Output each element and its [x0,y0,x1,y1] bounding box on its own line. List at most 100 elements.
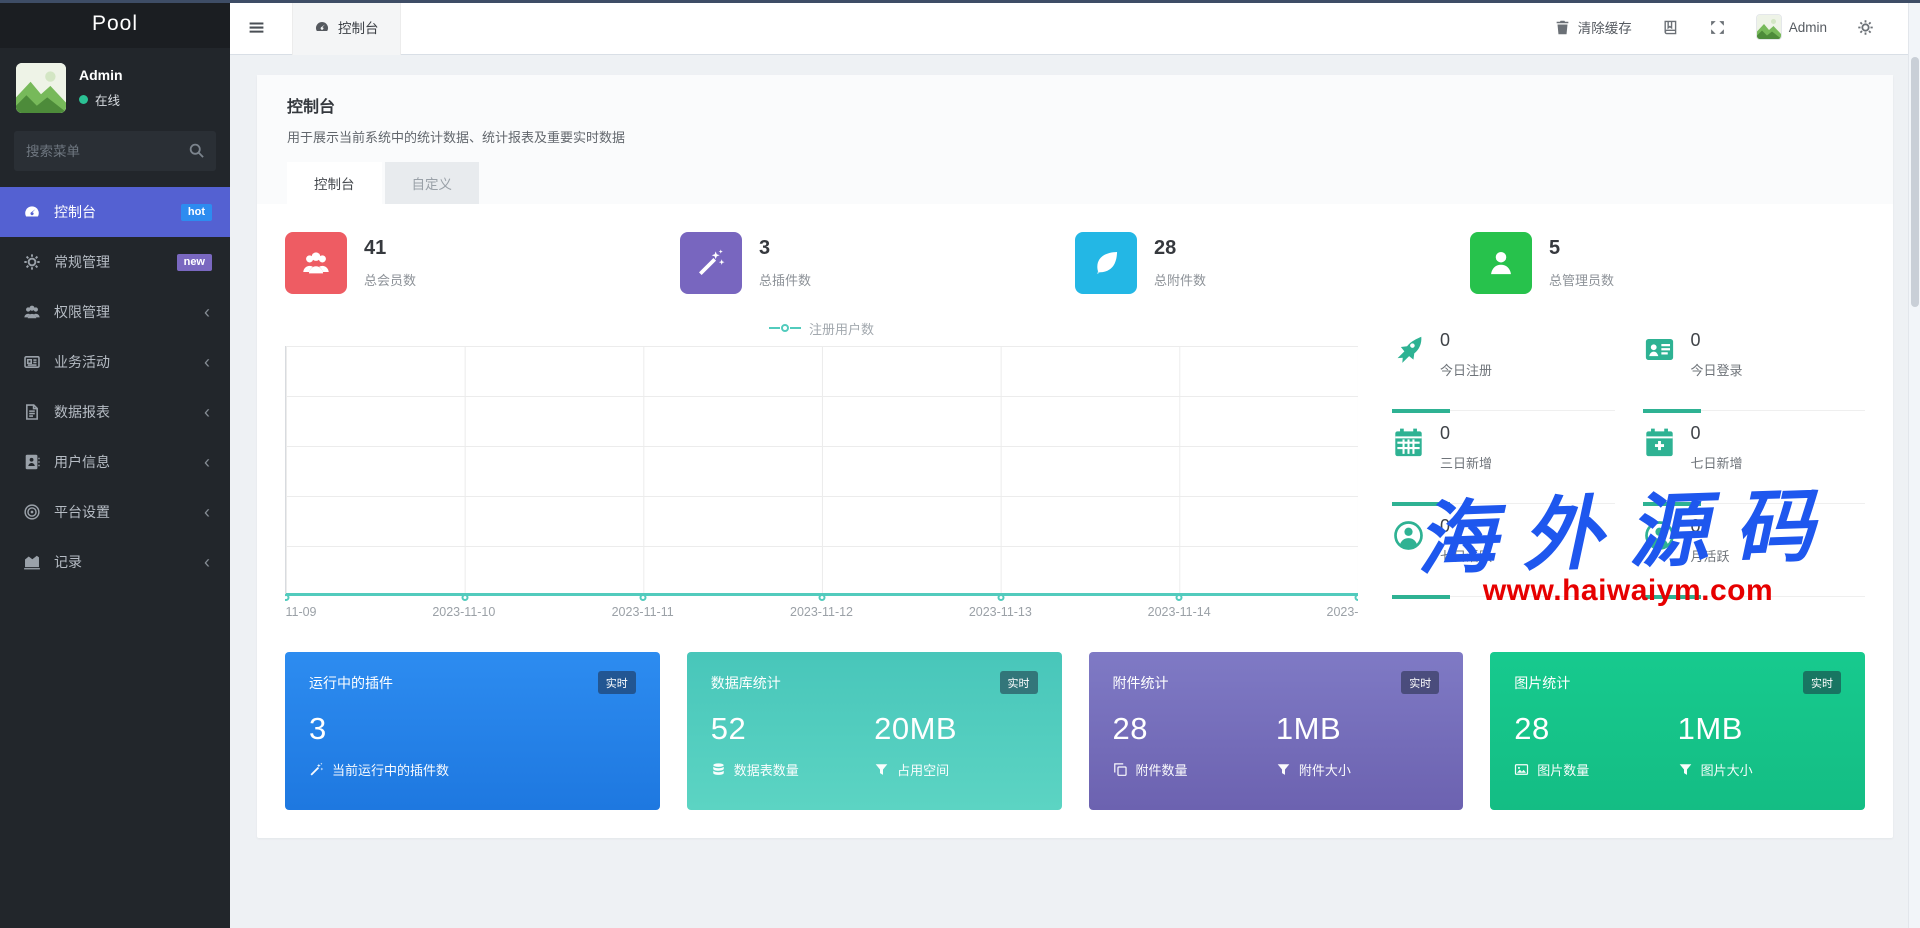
sidebar-item-business[interactable]: 业务活动 ‹ [0,337,230,387]
dashboard-icon [314,19,330,35]
user-menu[interactable]: Admin [1755,14,1827,40]
stat-value: 5 [1549,237,1561,259]
stat-value: 41 [364,237,387,259]
stat-plugins: 3 总插件数 [680,232,1075,294]
id-card-icon [1643,333,1676,366]
app-window: Pool Admin 在线 控制台 hot 常规管理 new [0,0,1920,928]
filter-icon [1678,762,1693,777]
sidebar-item-reports[interactable]: 数据报表 ‹ [0,387,230,437]
card-attachment-stats: 附件统计 实时 28 附件数量 1MB 附件大小 [1088,652,1464,810]
x-tick: 2023-11-15 [1326,605,1358,619]
card-database-stats: 数据库统计 实时 52 数据表数量 20MB 占用空间 [686,652,1062,810]
sidebar-item-records[interactable]: 记录 ‹ [0,537,230,587]
legend-label: 注册用户数 [808,321,874,337]
page-scrollbar[interactable] [1908,3,1920,928]
legend-line-icon [789,326,801,330]
x-tick: 2023-11-13 [968,605,1032,619]
chevron-left-icon: ‹ [204,352,210,372]
mini-stats-grid: 0 今日注册 0 今日登录 0 三日新增 0 七日新增 0 七日活跃 0 月活跃 [1392,318,1865,626]
copy-icon [1113,762,1128,777]
database-icon [711,762,726,777]
user-name: Admin [79,67,123,83]
user-avatar[interactable] [16,63,66,113]
realtime-badge: 实时 [597,671,636,694]
menu-search [14,131,216,171]
page-content: 控制台 用于展示当前系统中的统计数据、统计报表及重要实时数据 控制台 自定义 4… [230,55,1920,928]
card-image-stats: 图片统计 实时 28 图片数量 1MB 图片大小 [1490,652,1865,810]
x-tick: 2023-11-14 [1147,605,1211,619]
chevron-left-icon: ‹ [204,302,210,322]
legend-marker-icon [780,324,789,332]
user-info: Admin 在线 [79,67,123,109]
dashboard-icon [23,203,41,221]
user-panel[interactable]: Admin 在线 [0,48,230,123]
mini-stat-today-login: 0 今日登录 [1642,318,1865,413]
tab-dashboard[interactable]: 控制台 [292,0,401,55]
menu-search-input[interactable] [14,131,216,171]
page-subtitle: 用于展示当前系统中的统计数据、统计报表及重要实时数据 [287,130,626,145]
users-icon [285,232,347,294]
sidebar-item-general[interactable]: 常规管理 new [0,237,230,287]
topbar-right: 清除缓存 Admin [1554,14,1874,40]
tab-custom[interactable]: 自定义 [384,162,479,204]
card-running-plugins: 运行中的插件 实时 3 当前运行中的插件数 [285,652,660,810]
stat-label: 总插件数 [759,273,812,288]
panel-header: 控制台 用于展示当前系统中的统计数据、统计报表及重要实时数据 控制台 自定义 [257,75,1893,204]
app-logo: Pool [0,0,230,48]
address-book-icon [23,453,41,471]
tab-console[interactable]: 控制台 [287,162,382,204]
chart-plot-area [285,346,1358,601]
filter-icon [1276,762,1291,777]
stat-admins: 5 总管理员数 [1470,232,1865,294]
user-circle-icon [1643,519,1676,552]
mini-stat-today-register: 0 今日注册 [1392,318,1615,413]
window-top-border [0,0,1920,3]
stat-label: 总附件数 [1154,273,1207,288]
summary-cards-row: 运行中的插件 实时 3 当前运行中的插件数 数据库统计 实时 52 数据表数量 … [285,652,1865,810]
chart-legend[interactable]: 注册用户数 [285,318,1358,338]
rocket-icon [1392,333,1425,366]
scrollbar-thumb[interactable] [1911,57,1919,307]
users-icon [23,303,41,321]
mini-stat-7day-new: 0 七日新增 [1642,411,1865,506]
gears-icon [23,253,41,271]
trash-icon [1554,19,1571,36]
fullscreen-icon[interactable] [1709,19,1726,36]
menu-toggle-icon[interactable] [246,19,267,36]
mini-stat-3day-new: 0 三日新增 [1392,411,1615,506]
clear-cache-button[interactable]: 清除缓存 [1554,17,1632,37]
stat-label: 总会员数 [364,273,417,288]
sidebar-item-auth[interactable]: 权限管理 ‹ [0,287,230,337]
newspaper-icon [23,353,41,371]
file-text-icon [23,403,41,421]
image-icon [1514,762,1529,777]
sidebar-item-platform[interactable]: 平台设置 ‹ [0,487,230,537]
stat-label: 总管理员数 [1549,273,1615,288]
search-icon[interactable] [188,142,205,159]
panel-tabs: 控制台 自定义 [287,162,1863,204]
settings-gears-icon[interactable] [1857,19,1874,36]
book-icon[interactable] [1662,19,1679,36]
chart-x-axis: 2023-11-09 2023-11-10 2023-11-11 2023-11… [285,596,1358,626]
magic-wand-icon [680,232,742,294]
hot-badge: hot [180,203,212,221]
main-area: 控制台 清除缓存 Admin 控制台 用于展示当前系统中的统计数据、统计报表及重… [230,0,1920,928]
chevron-left-icon: ‹ [204,502,210,522]
realtime-badge: 实时 [1803,671,1841,694]
x-tick: 2023-11-12 [789,605,854,619]
chevron-left-icon: ‹ [204,402,210,422]
realtime-badge: 实时 [1401,671,1440,694]
calendar-plus-icon [1643,426,1676,459]
page-title: 控制台 [287,99,336,116]
sidebar-item-dashboard[interactable]: 控制台 hot [0,187,230,237]
user-circle-icon [1392,519,1425,552]
chevron-left-icon: ‹ [204,552,210,572]
stat-members: 41 总会员数 [285,232,680,294]
leaf-icon [1075,232,1137,294]
sidebar-item-userinfo[interactable]: 用户信息 ‹ [0,437,230,487]
stat-attachments: 28 总附件数 [1075,232,1470,294]
stat-value: 3 [759,237,771,259]
stats-row: 41 总会员数 3 总插件数 28 总附件数 5 总管理员数 [285,232,1865,294]
dashboard-panel: 控制台 用于展示当前系统中的统计数据、统计报表及重要实时数据 控制台 自定义 4… [257,75,1893,838]
chevron-left-icon: ‹ [204,452,210,472]
